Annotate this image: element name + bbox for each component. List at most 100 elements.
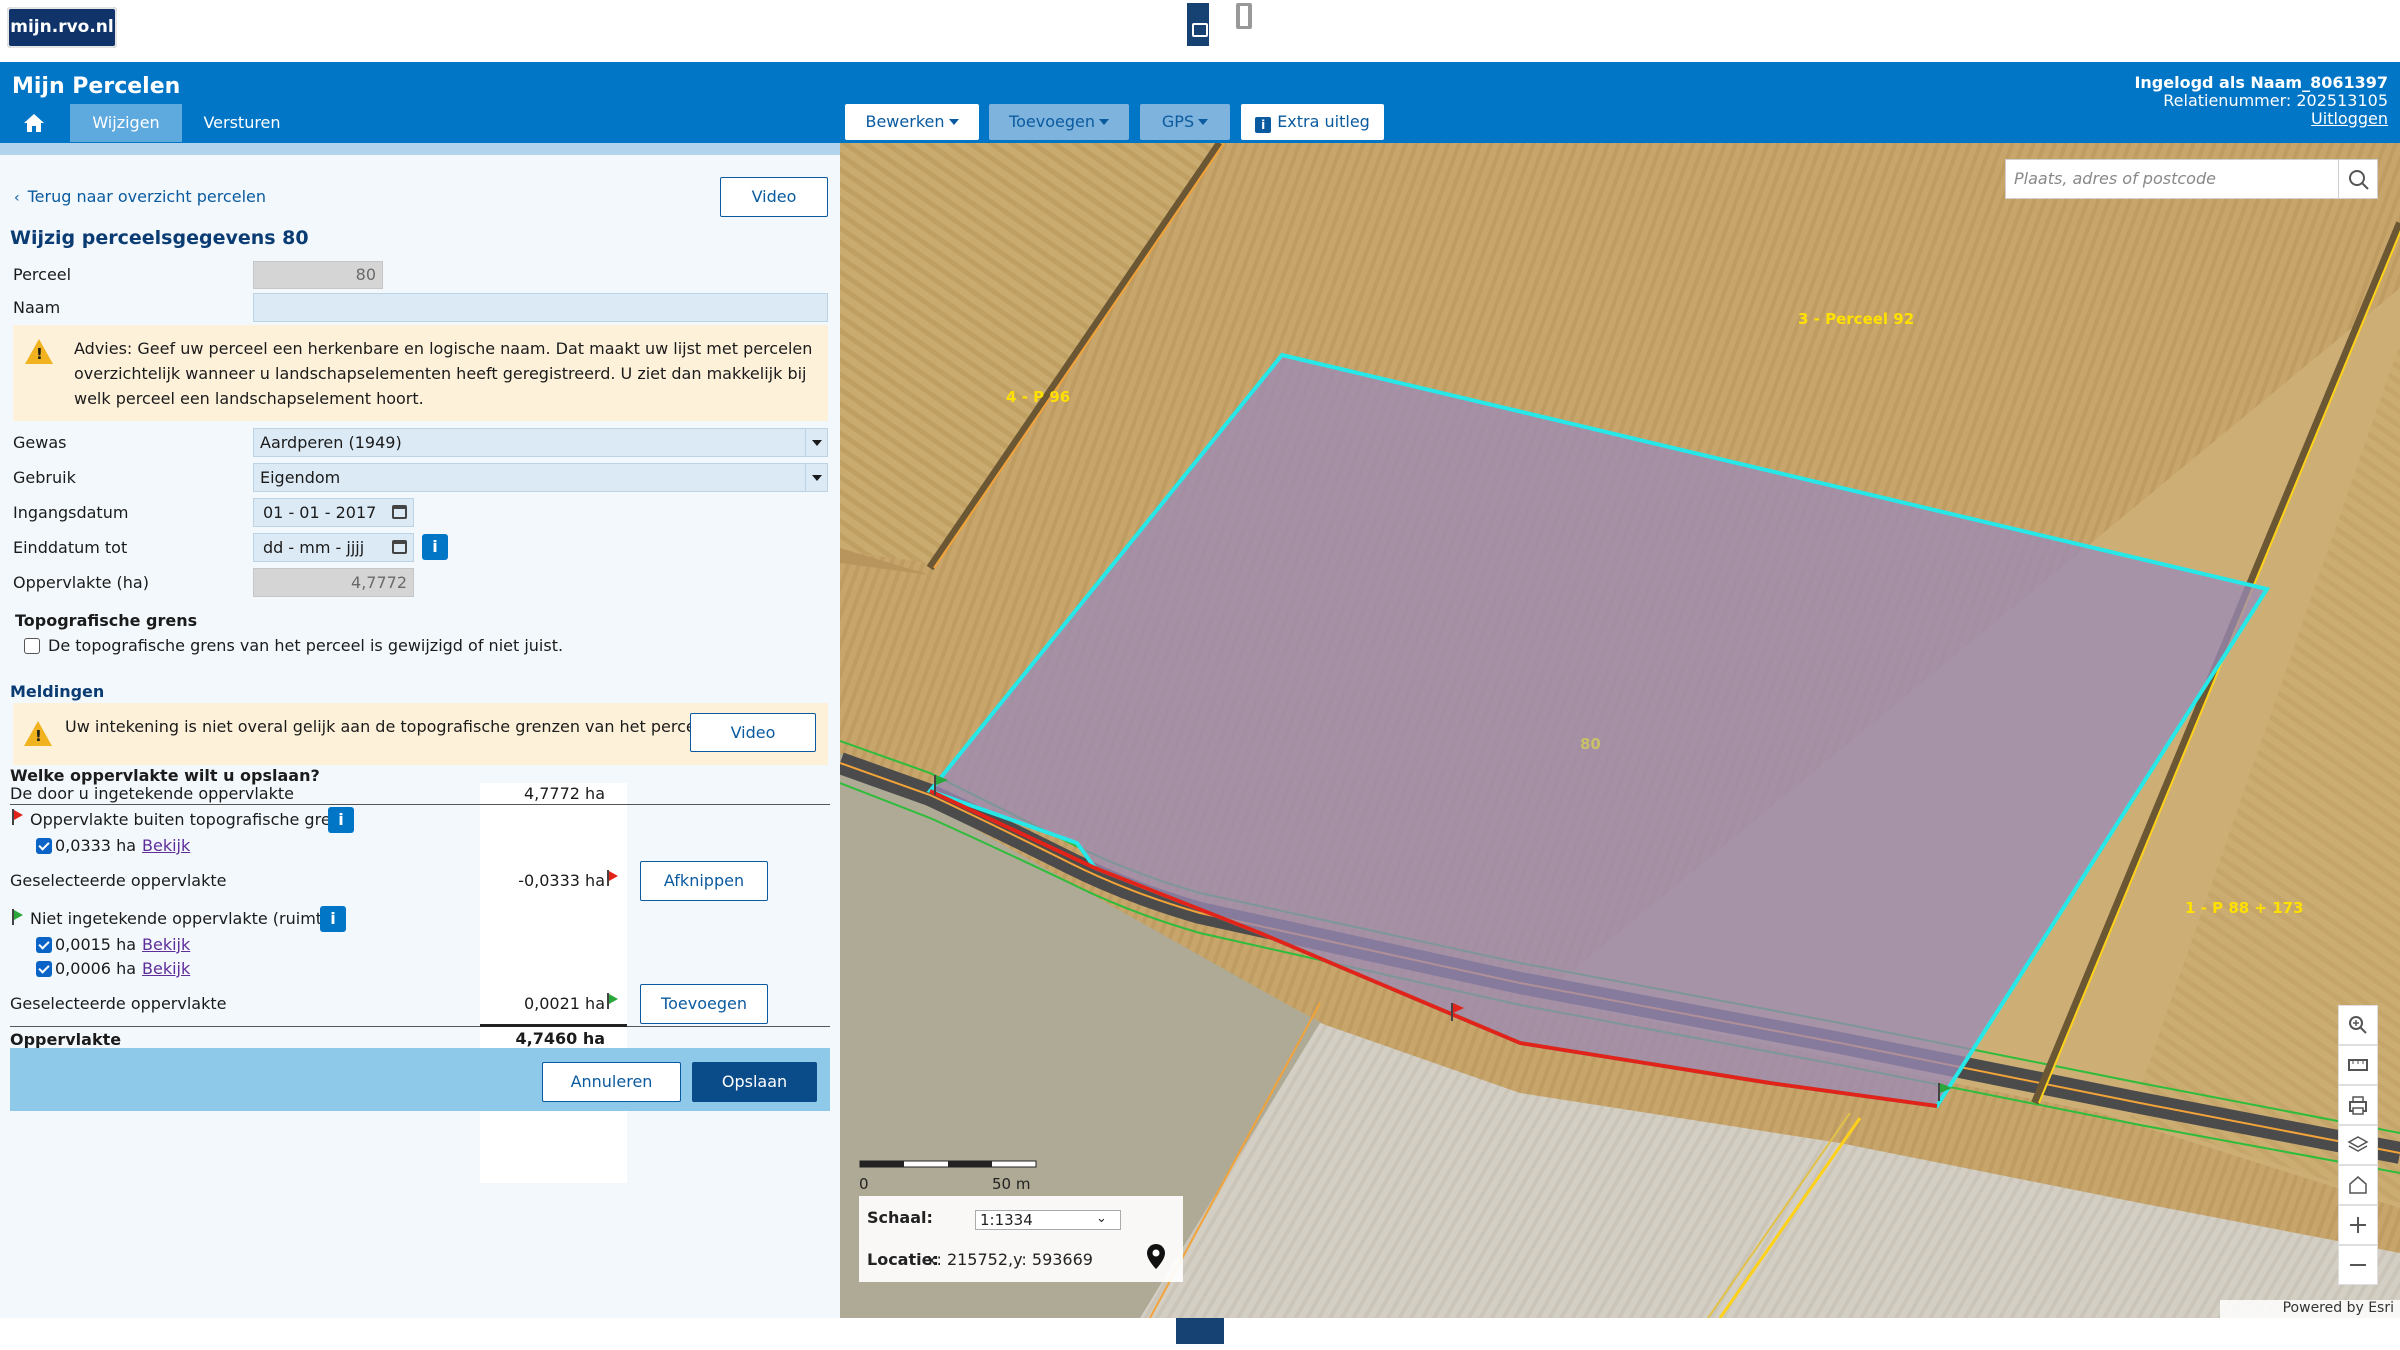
location-pin-icon[interactable] bbox=[1144, 1242, 1168, 1272]
ingangsdatum-input[interactable]: 01 - 01 - 2017 bbox=[253, 498, 414, 527]
opslaan-button[interactable]: Opslaan bbox=[692, 1062, 817, 1102]
einddatum-value: dd - mm - jjjj bbox=[263, 538, 365, 557]
meldingen-heading: Meldingen bbox=[10, 682, 105, 701]
rvo-logo bbox=[1236, 3, 1252, 43]
chevron-down-icon bbox=[805, 429, 827, 456]
oppervlakte-field: 4,7772 bbox=[253, 568, 414, 597]
zoom-in-icon[interactable] bbox=[2338, 1205, 2378, 1245]
print-icon[interactable] bbox=[2338, 1085, 2378, 1125]
einddatum-info-icon[interactable]: i bbox=[422, 534, 448, 560]
tab-versturen[interactable]: Versturen bbox=[190, 104, 294, 142]
toevoegen-dropdown[interactable]: Toevoegen bbox=[989, 104, 1129, 140]
home-extent-icon[interactable] bbox=[2338, 1165, 2378, 1205]
topo-heading: Topografische grens bbox=[15, 611, 198, 630]
map-label-p88: 1 - P 88 + 173 bbox=[2185, 899, 2304, 917]
niet-item-2-checkbox[interactable] bbox=[36, 961, 52, 977]
naam-input[interactable] bbox=[253, 293, 828, 322]
page-title: Wijzig perceelsgegevens 80 bbox=[10, 227, 309, 249]
calendar-icon[interactable] bbox=[392, 540, 407, 554]
aerial-map[interactable] bbox=[840, 143, 2400, 1318]
back-link-label: Terug naar overzicht percelen bbox=[27, 187, 266, 206]
ingangsdatum-value: 01 - 01 - 2017 bbox=[263, 503, 377, 522]
melding-video-button[interactable]: Video bbox=[690, 713, 816, 752]
layers-icon[interactable] bbox=[2338, 1125, 2378, 1165]
zoom-out-icon[interactable] bbox=[2338, 1245, 2378, 1285]
topo-checkbox[interactable] bbox=[24, 638, 40, 654]
gps-dropdown[interactable]: GPS bbox=[1140, 104, 1230, 140]
locatie-value: x: 215752,y: 593669 bbox=[927, 1250, 1093, 1269]
footer-tab[interactable] bbox=[1176, 1318, 1224, 1344]
buiten-info-icon[interactable]: i bbox=[328, 807, 354, 833]
perceel-label: Perceel bbox=[13, 265, 72, 284]
afknippen-button[interactable]: Afknippen bbox=[640, 861, 768, 901]
top-bar: mijn.rvo.nl bbox=[0, 0, 2400, 62]
niet-item-1-value: 0,0015 ha bbox=[55, 935, 137, 954]
logged-in-user: Ingelogd als Naam_8061397 bbox=[2134, 73, 2388, 92]
toevoegen-label: Toevoegen bbox=[1009, 112, 1095, 131]
niet-item-1-checkbox[interactable] bbox=[36, 937, 52, 953]
oppervlakte-label: Oppervlakte (ha) bbox=[13, 573, 149, 592]
naam-label: Naam bbox=[13, 298, 61, 317]
extra-uitleg-button[interactable]: i Extra uitleg bbox=[1241, 104, 1384, 140]
home-tab[interactable] bbox=[12, 104, 56, 142]
user-info: Ingelogd als Naam_8061397 Relatienummer:… bbox=[2134, 74, 2388, 128]
search-icon bbox=[2349, 170, 2369, 190]
ingetekend-label: De door u ingetekende oppervlakte bbox=[10, 784, 294, 803]
topo-checkbox-label: De topografische grens van het perceel i… bbox=[48, 636, 564, 655]
info-icon: i bbox=[1255, 117, 1272, 133]
site-logo[interactable]: mijn.rvo.nl bbox=[7, 7, 117, 48]
bewerken-dropdown[interactable]: Bewerken bbox=[845, 104, 979, 140]
caret-down-icon bbox=[1098, 119, 1109, 125]
gewas-select[interactable]: Aardperen (1949) bbox=[253, 428, 828, 457]
form-actions: Annuleren Opslaan bbox=[10, 1048, 830, 1111]
calendar-icon[interactable] bbox=[392, 505, 407, 519]
values-column bbox=[480, 783, 627, 1183]
page-footer bbox=[0, 1318, 2400, 1350]
opslaan-question: Welke oppervlakte wilt u opslaan? bbox=[10, 766, 320, 785]
gebruik-value: Eigendom bbox=[260, 468, 341, 487]
bekijk-link[interactable]: Bekijk bbox=[142, 836, 190, 855]
toevoegen-button[interactable]: Toevoegen bbox=[640, 984, 768, 1024]
totaal-label: Oppervlakte bbox=[10, 1030, 122, 1049]
tab-wijzigen[interactable]: Wijzigen bbox=[70, 104, 182, 142]
geselecteerd-1-label: Geselecteerde oppervlakte bbox=[10, 871, 227, 890]
annuleren-button[interactable]: Annuleren bbox=[542, 1062, 681, 1102]
green-flag-icon bbox=[12, 909, 24, 925]
chevron-left-icon: ‹ bbox=[14, 190, 20, 206]
total-underline bbox=[480, 1024, 627, 1027]
extra-uitleg-label: Extra uitleg bbox=[1277, 112, 1370, 131]
chevron-down-icon: ⌄ bbox=[1096, 1211, 1107, 1226]
map-search-input[interactable]: Plaats, adres of postcode bbox=[2005, 159, 2339, 199]
bekijk-link[interactable]: Bekijk bbox=[142, 959, 190, 978]
buiten-label: Oppervlakte buiten topografische grens bbox=[30, 810, 350, 829]
bekijk-link[interactable]: Bekijk bbox=[142, 935, 190, 954]
gps-label: GPS bbox=[1161, 112, 1195, 131]
red-flag-icon bbox=[607, 870, 619, 886]
einddatum-input[interactable]: dd - mm - jjjj bbox=[253, 533, 414, 562]
edit-panel: ‹ Terug naar overzicht percelen Video Wij… bbox=[0, 143, 840, 1318]
gewas-label: Gewas bbox=[13, 433, 67, 452]
search-button[interactable] bbox=[2338, 159, 2378, 199]
measure-icon[interactable] bbox=[2338, 1045, 2378, 1085]
gebruik-select[interactable]: Eigendom bbox=[253, 463, 828, 492]
relatienummer: Relatienummer: 202513105 bbox=[2163, 91, 2388, 110]
panel-top-strip bbox=[0, 143, 840, 155]
app-header: Mijn Percelen Wijzigen Versturen Bewerke… bbox=[0, 62, 2400, 143]
esri-attribution: Powered by Esri bbox=[2220, 1300, 2400, 1318]
map-view[interactable]: 3 - Perceel 92 4 - P 96 80 1 - P 88 + 17… bbox=[840, 143, 2400, 1318]
schaal-select[interactable]: 1:1334 ⌄ bbox=[975, 1210, 1121, 1230]
logout-link[interactable]: Uitloggen bbox=[2134, 110, 2388, 128]
green-flag-icon bbox=[607, 993, 619, 1009]
perceel-field: 80 bbox=[253, 261, 383, 289]
zoom-to-icon[interactable] bbox=[2338, 1005, 2378, 1045]
scale-location-box: Schaal: 1:1334 ⌄ Locatie: x: 215752,y: 5… bbox=[859, 1196, 1183, 1282]
niet-info-icon[interactable]: i bbox=[320, 906, 346, 932]
geselecteerd-2-value: 0,0021 ha bbox=[523, 994, 605, 1013]
divider bbox=[10, 804, 830, 805]
video-button[interactable]: Video bbox=[720, 177, 828, 217]
back-link[interactable]: ‹ Terug naar overzicht percelen bbox=[14, 187, 266, 206]
map-label-p96: 4 - P 96 bbox=[1006, 388, 1071, 406]
scalebar-end: 50 m bbox=[992, 1175, 1031, 1193]
niet-label: Niet ingetekende oppervlakte (ruimte) bbox=[30, 909, 339, 928]
buiten-item-checkbox[interactable] bbox=[36, 838, 52, 854]
